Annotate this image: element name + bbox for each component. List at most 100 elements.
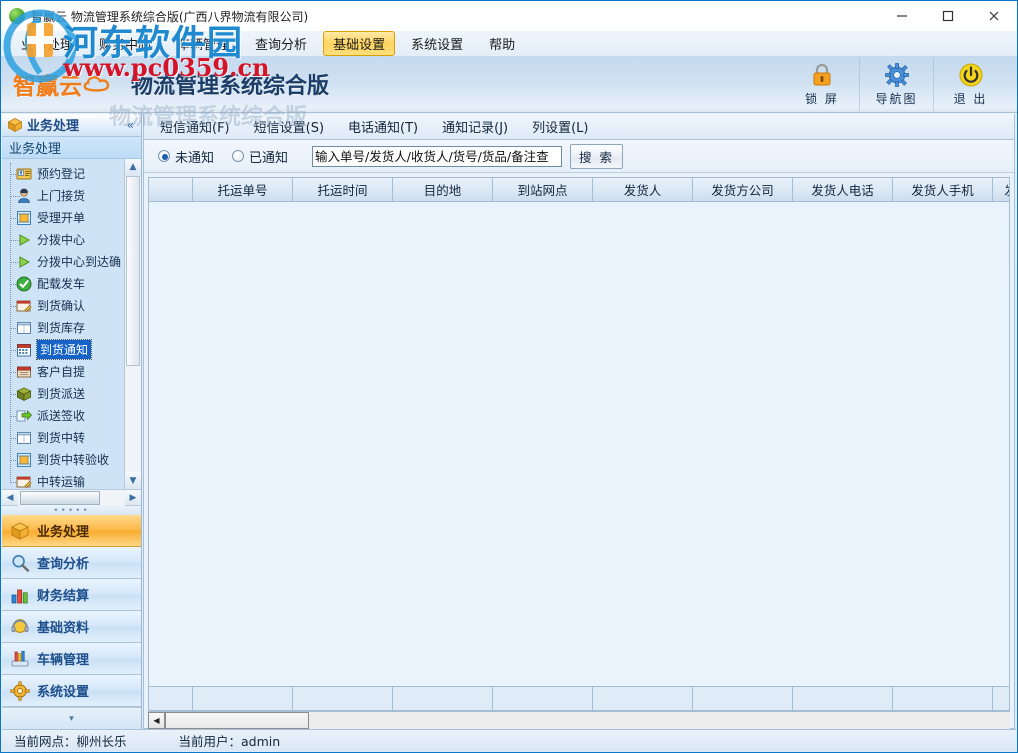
sidebar-tree-item[interactable]: 派送签收 [6,405,141,427]
minimize-icon[interactable] [879,1,925,31]
sidebar-tree-item[interactable]: 分拨中心到达确 [6,251,141,273]
radio-notified-dot[interactable] [232,150,245,162]
main-tab[interactable]: 短信通知(F) [148,114,242,139]
tree-vertical-scrollbar[interactable]: ▲ ▼ [124,158,141,490]
grid-column-header[interactable]: 发货方公司 [693,178,793,202]
grid-hscroll-track[interactable] [165,711,1010,729]
radio-not-notified-dot[interactable] [158,150,170,162]
lock-screen-button[interactable]: 锁 屏 [785,58,859,111]
radio-not-notified[interactable]: 未通知 [158,147,214,166]
menu-item-business[interactable]: 业务处理 [11,31,83,56]
box-icon [16,386,32,402]
grid-column-header[interactable]: 发货人手机 [893,178,993,202]
grid-footer-cell [793,686,893,710]
navigation-map-button[interactable]: 导航图 [859,57,933,111]
sidebar-tree-item-label: 到货派送 [37,387,86,402]
application-window: 智赢云 物流管理系统综合版(广西八界物流有限公司) 业务处理 财务中心 车辆管理… [0,0,1018,753]
filter-toolbar: 未通知 已通知 搜 索 [144,140,1014,173]
tree-vscroll-thumb[interactable] [126,175,140,366]
main-tab[interactable]: 短信设置(S) [242,114,336,139]
grid-column-header[interactable] [149,178,193,202]
tree-item-list: 预约登记上门接货受理开单 分拨中心分拨中心到达确配载发车到货确认到货库存 到货通知客… [2,159,141,490]
sidebar-group-label: 财务结算 [37,589,90,605]
grid-hscroll-thumb[interactable] [165,711,309,729]
sidebar-tree-item[interactable]: 中转运输 [6,471,141,490]
grid-column-header[interactable]: 发货人 [593,178,693,202]
splitter-dots: ••••• [53,505,90,516]
sidebar-tree-item-label: 到货确认 [37,299,86,314]
search-input[interactable] [312,145,563,167]
scroll-down-icon[interactable]: ▼ [125,472,141,490]
chevron-down-icon[interactable]: ▾ [69,714,74,724]
sidebar-tree-item[interactable]: 到货派送 [6,383,141,405]
menu-item-basic-settings[interactable]: 基础设置 [323,31,396,56]
search-button[interactable]: 搜 索 [570,143,624,169]
sidebar-group-button[interactable]: 系统设置 [2,675,141,708]
grid-column-header[interactable]: 目的地 [393,178,493,202]
sidebar-tree-item[interactable]: 上门接货 [6,185,141,207]
menu-item-finance[interactable]: 财务中心 [89,31,161,56]
sidebar-tree[interactable]: 预约登记上门接货受理开单 分拨中心分拨中心到达确配载发车到货确认到货库存 到货通知客… [2,158,141,490]
package-icon [10,521,30,541]
scroll-up-icon[interactable]: ▲ [125,158,141,176]
sidebar-tree-item[interactable]: 配载发车 [6,273,141,295]
menu-item-vehicle[interactable]: 车辆管理 [167,31,239,56]
grid-column-header[interactable]: 托运单号 [193,178,293,202]
gear-icon [10,681,30,701]
sidebar-tree-item[interactable]: 预约登记 [6,163,141,185]
data-grid: 托运单号托运时间目的地到站网点发货人发货方公司发货人电话发货人手机发 [148,177,1010,711]
main-tab[interactable]: 电话通知(T) [336,114,430,139]
sidebar-tree-item[interactable]: 到货中转 [6,427,141,449]
sidebar-footer[interactable]: ▾ [2,707,141,729]
sidebar-group-button[interactable]: 业务处理 [2,515,141,548]
tree-horizontal-scrollbar[interactable]: ◀ ▶ [2,489,141,506]
sidebar-tree-item[interactable]: 受理开单 [6,207,141,229]
sidebar-tree-item[interactable]: 到货中转验收 [6,449,141,471]
sidebar-tree-item[interactable]: 分拨中心 [6,229,141,251]
grid-container: 托运单号托运时间目的地到站网点发货人发货方公司发货人电话发货人手机发 ◀ [144,173,1014,729]
arrow-right-icon [16,408,33,424]
grid-column-header[interactable]: 发货人电话 [793,178,893,202]
main-tab[interactable]: 通知记录(J) [430,114,520,139]
sidebar-splitter[interactable]: ••••• [2,505,141,515]
play-arrow-icon [16,254,32,270]
grid-column-header[interactable]: 发 [993,178,1009,202]
sidebar-group-button[interactable]: 车辆管理 [2,643,141,676]
exit-button[interactable]: 退 出 [933,57,1007,111]
grid-horizontal-scrollbar[interactable]: ◀ [148,711,1010,729]
sidebar-tree-item[interactable]: 客户自提 [6,361,141,383]
sidebar-tree-item[interactable]: 到货确认 [6,295,141,317]
scroll-left-icon[interactable]: ◀ [2,489,18,506]
radio-notified[interactable]: 已通知 [232,147,288,166]
sidebar-group-button[interactable]: 财务结算 [2,579,141,612]
app-globe-icon [9,8,25,24]
status-current-user: 当前用户：admin [178,734,281,749]
sidebar-group-button[interactable]: 查询分析 [2,547,141,580]
grid-column-header[interactable]: 到站网点 [493,178,593,202]
sidebar-tree-item-label: 预约登记 [37,167,86,182]
grid-footer-cell [293,686,393,710]
grid-body[interactable] [149,202,1009,686]
sidebar-tree-item-label: 分拨中心到达确 [37,255,122,270]
status-bar: 当前网点：柳州长乐 当前用户：admin [2,729,1016,751]
tree-hscroll-track[interactable] [18,489,125,506]
menu-item-help[interactable]: 帮助 [479,31,525,56]
scroll-right-icon[interactable]: ▶ [125,489,141,506]
sidebar-tree-item[interactable]: 到货通知 [6,339,141,361]
sidebar-group-button[interactable]: 基础资料 [2,611,141,644]
grid-column-header[interactable]: 托运时间 [293,178,393,202]
close-icon[interactable] [971,1,1017,31]
main-tab[interactable]: 列设置(L) [520,114,600,139]
headset-icon [10,617,30,637]
menu-item-system-settings[interactable]: 系统设置 [401,31,473,56]
menu-item-query[interactable]: 查询分析 [245,31,317,56]
grid-scroll-left-icon[interactable]: ◀ [148,711,165,729]
sidebar-tree-item-label: 上门接货 [37,189,86,204]
tree-hscroll-thumb[interactable] [20,490,100,505]
tree-vscroll-track[interactable] [125,175,141,473]
main-panel: 短信通知(F) 短信设置(S) 电话通知(T) 通知记录(J) 列设置(L) 未通知 已… [143,114,1015,729]
chevron-double-left-icon[interactable]: « [125,118,136,132]
radio-notified-label: 已通知 [249,150,289,166]
sidebar-tree-item[interactable]: 到货库存 [6,317,141,339]
maximize-icon[interactable] [925,1,971,31]
